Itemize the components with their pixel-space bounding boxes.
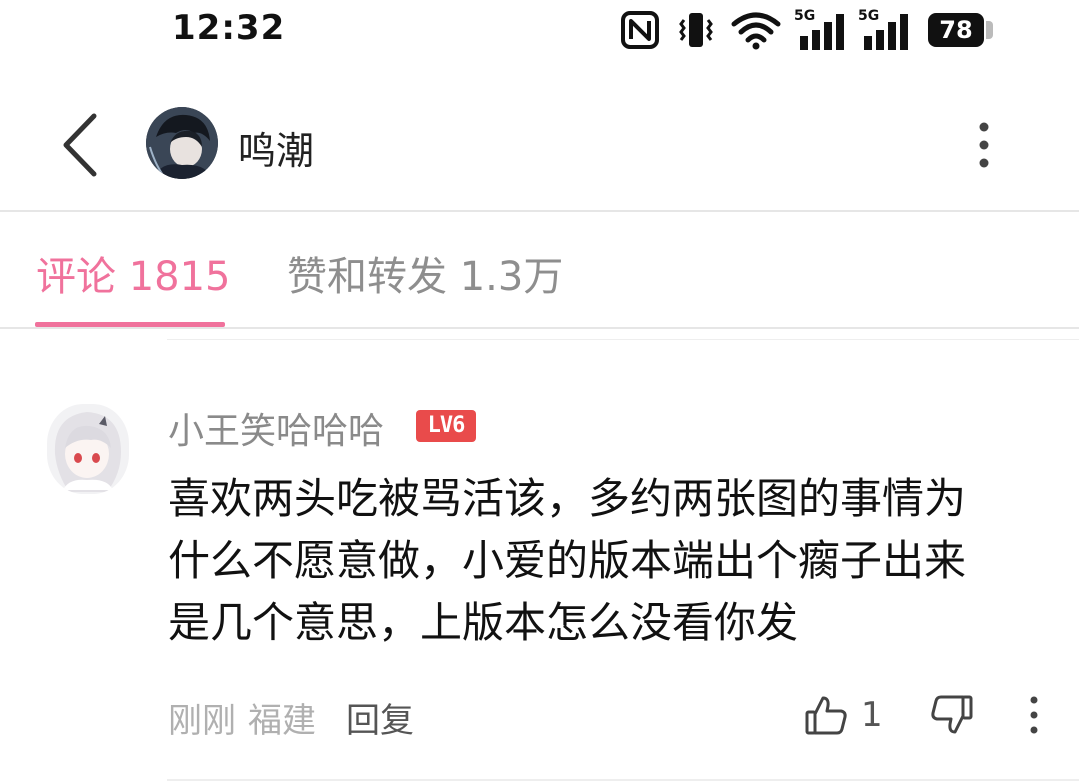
vibrate-icon — [679, 13, 713, 47]
dislike-button[interactable] — [930, 693, 974, 737]
comment-location: 福建 — [248, 701, 316, 741]
signal-5g-icon: 5G — [858, 8, 912, 50]
more-vertical-icon — [979, 122, 989, 168]
thumbs-down-icon — [931, 695, 973, 734]
comment-text-line: 喜欢两头吃被骂活该，多约两张图的事情为 — [168, 474, 967, 523]
reply-button[interactable]: 回复 — [346, 693, 414, 742]
comment-username[interactable]: 小王笑哈哈哈 — [168, 402, 384, 454]
header-divider — [0, 210, 1079, 212]
more-vertical-icon — [1030, 696, 1038, 734]
battery-tip — [986, 21, 993, 39]
status-time: 12:32 — [172, 8, 286, 48]
comment-text-line: 是几个意思，上版本怎么没看你发 — [168, 598, 799, 647]
comment-divider — [167, 779, 1079, 781]
tabs-divider — [0, 327, 1079, 329]
author-avatar[interactable] — [146, 107, 218, 179]
user-level-badge: LV6 — [416, 410, 476, 442]
tab-likes-reposts[interactable]: 赞和转发 1.3万 — [287, 244, 563, 302]
like-button[interactable] — [804, 693, 848, 737]
signal-5g-icon: 5G — [794, 8, 848, 50]
page-title[interactable]: 鸣潮 — [238, 120, 314, 175]
comment-timestamp: 刚刚 — [168, 701, 236, 741]
back-button[interactable] — [56, 110, 108, 180]
battery-level: 78 — [939, 16, 973, 44]
list-divider — [167, 339, 1079, 340]
thumbs-up-icon — [805, 696, 847, 735]
comment-body[interactable]: 喜欢两头吃被骂活该，多约两张图的事情为 什么不愿意做，小爱的版本端出个瘸子出来 … — [168, 468, 1038, 654]
wifi-icon — [731, 12, 781, 50]
chevron-left-icon — [63, 113, 97, 177]
commenter-avatar[interactable] — [47, 404, 129, 494]
like-count: 1 — [861, 695, 883, 735]
status-bar: 12:32 5G 5G 78 — [0, 0, 1079, 60]
nfc-icon — [621, 11, 659, 49]
tab-comments[interactable]: 评论 1815 — [36, 244, 231, 302]
battery-icon: 78 — [928, 13, 984, 47]
more-button[interactable] — [962, 115, 1006, 175]
comment-more-button[interactable] — [1020, 693, 1048, 737]
comment-text-line: 什么不愿意做，小爱的版本端出个瘸子出来 — [168, 536, 967, 585]
